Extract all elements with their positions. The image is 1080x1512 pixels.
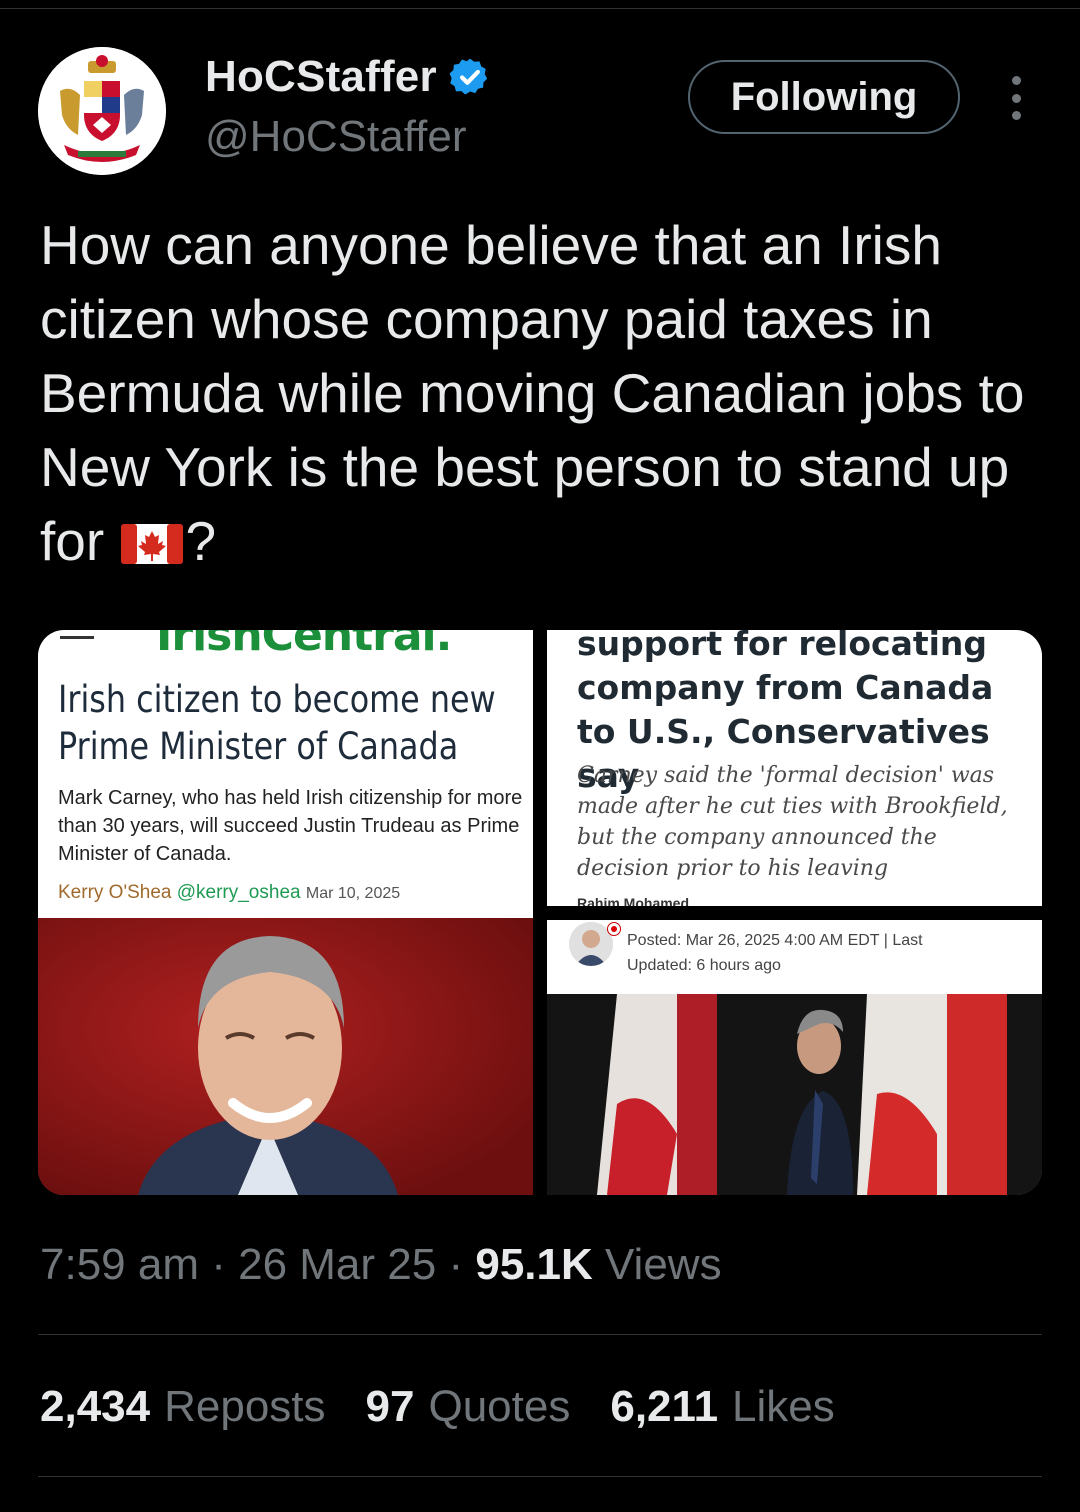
posted-timestamp: Posted: Mar 26, 2025 4:00 AM EDT | Last … — [627, 928, 1037, 978]
canada-flag-emoji-icon — [121, 524, 184, 564]
article-image-irishcentral[interactable]: IrishCentral. Irish citizen to become ne… — [38, 630, 533, 1195]
article-image-cbc[interactable]: Posted: Mar 26, 2025 4:00 AM EDT | Last … — [547, 920, 1042, 1195]
article-summary: Carney said the 'formal decision' was ma… — [577, 763, 1008, 881]
divider — [38, 1476, 1042, 1477]
reposts-label: Reposts — [164, 1382, 326, 1431]
portrait-photo — [38, 918, 533, 1195]
updated-line: Updated: 6 hours ago — [627, 957, 781, 974]
likes-label: Likes — [732, 1382, 835, 1431]
more-dot — [1011, 76, 1021, 85]
more-dot — [1011, 111, 1021, 120]
avatar[interactable] — [38, 47, 166, 175]
quotes-count: 97 — [365, 1382, 415, 1431]
menu-bar-fragment — [60, 636, 94, 639]
author-name: Rahim Mohamed — [577, 895, 690, 906]
name-row: HoCStaffer — [205, 52, 491, 102]
article-date: Mar 10, 2025 — [305, 885, 401, 902]
irishcentral-logo: IrishCentral. — [156, 630, 452, 661]
article-headline: Irish citizen to become new Prime Minist… — [58, 676, 496, 770]
divider — [38, 1334, 1042, 1335]
tweet-date[interactable]: 26 Mar 25 — [238, 1240, 436, 1289]
tweet-meta: 7:59 am · 26 Mar 25 · 95.1K Views — [40, 1240, 722, 1290]
man-between-canadian-flags-icon — [547, 994, 1042, 1195]
likes-count: 6,211 — [610, 1382, 719, 1431]
views-count: 95.1K — [475, 1240, 593, 1289]
tweet-text-end: ? — [185, 510, 217, 572]
article-summary: Mark Carney, who has held Irish citizens… — [58, 787, 523, 865]
canada-coat-of-arms-icon — [38, 47, 166, 175]
headline-line: Irish citizen to become new — [58, 678, 496, 721]
headline-line: Prime Minister of Canada — [58, 725, 459, 768]
cbc-logo-icon — [607, 922, 621, 936]
meta-separator: · — [211, 1240, 226, 1289]
likes-stat[interactable]: 6,211 Likes — [610, 1382, 834, 1432]
meta-separator: · — [448, 1240, 464, 1289]
more-options-icon[interactable] — [1000, 76, 1032, 120]
article-byline: Kerry O'Shea @kerry_oshea Mar 10, 2025 — [58, 882, 400, 904]
reposts-stat[interactable]: 2,434 Reposts — [40, 1382, 326, 1432]
tweet-time[interactable]: 7:59 am — [40, 1240, 199, 1289]
following-button[interactable]: Following — [688, 60, 960, 134]
engagement-stats: 2,434 Reposts 97 Quotes 6,211 Likes — [40, 1382, 835, 1432]
views-label: Views — [605, 1240, 722, 1289]
flags-photo — [547, 994, 1042, 1195]
article-meta-bar: Posted: Mar 26, 2025 4:00 AM EDT | Last … — [547, 920, 1042, 994]
top-divider — [0, 8, 1080, 9]
author-handle: @kerry_oshea — [176, 882, 301, 903]
verified-badge-icon — [449, 58, 487, 95]
article-image-headline[interactable]: support for relocating company from Cana… — [547, 630, 1042, 906]
quotes-label: Quotes — [428, 1382, 571, 1431]
posted-line: Posted: Mar 26, 2025 4:00 AM EDT | Last — [627, 932, 923, 949]
quotes-stat[interactable]: 97 Quotes — [366, 1382, 571, 1432]
media-grid[interactable]: IrishCentral. Irish citizen to become ne… — [38, 630, 1042, 1195]
reposts-count: 2,434 — [40, 1382, 151, 1431]
more-dot — [1011, 93, 1021, 103]
man-smiling-portrait-icon — [38, 918, 533, 1195]
tweet-text: How can anyone believe that an Irish cit… — [40, 208, 1050, 578]
author-name: Kerry O'Shea — [58, 882, 172, 903]
handle[interactable]: @HoCStaffer — [205, 112, 467, 162]
display-name[interactable]: HoCStaffer — [205, 52, 437, 102]
